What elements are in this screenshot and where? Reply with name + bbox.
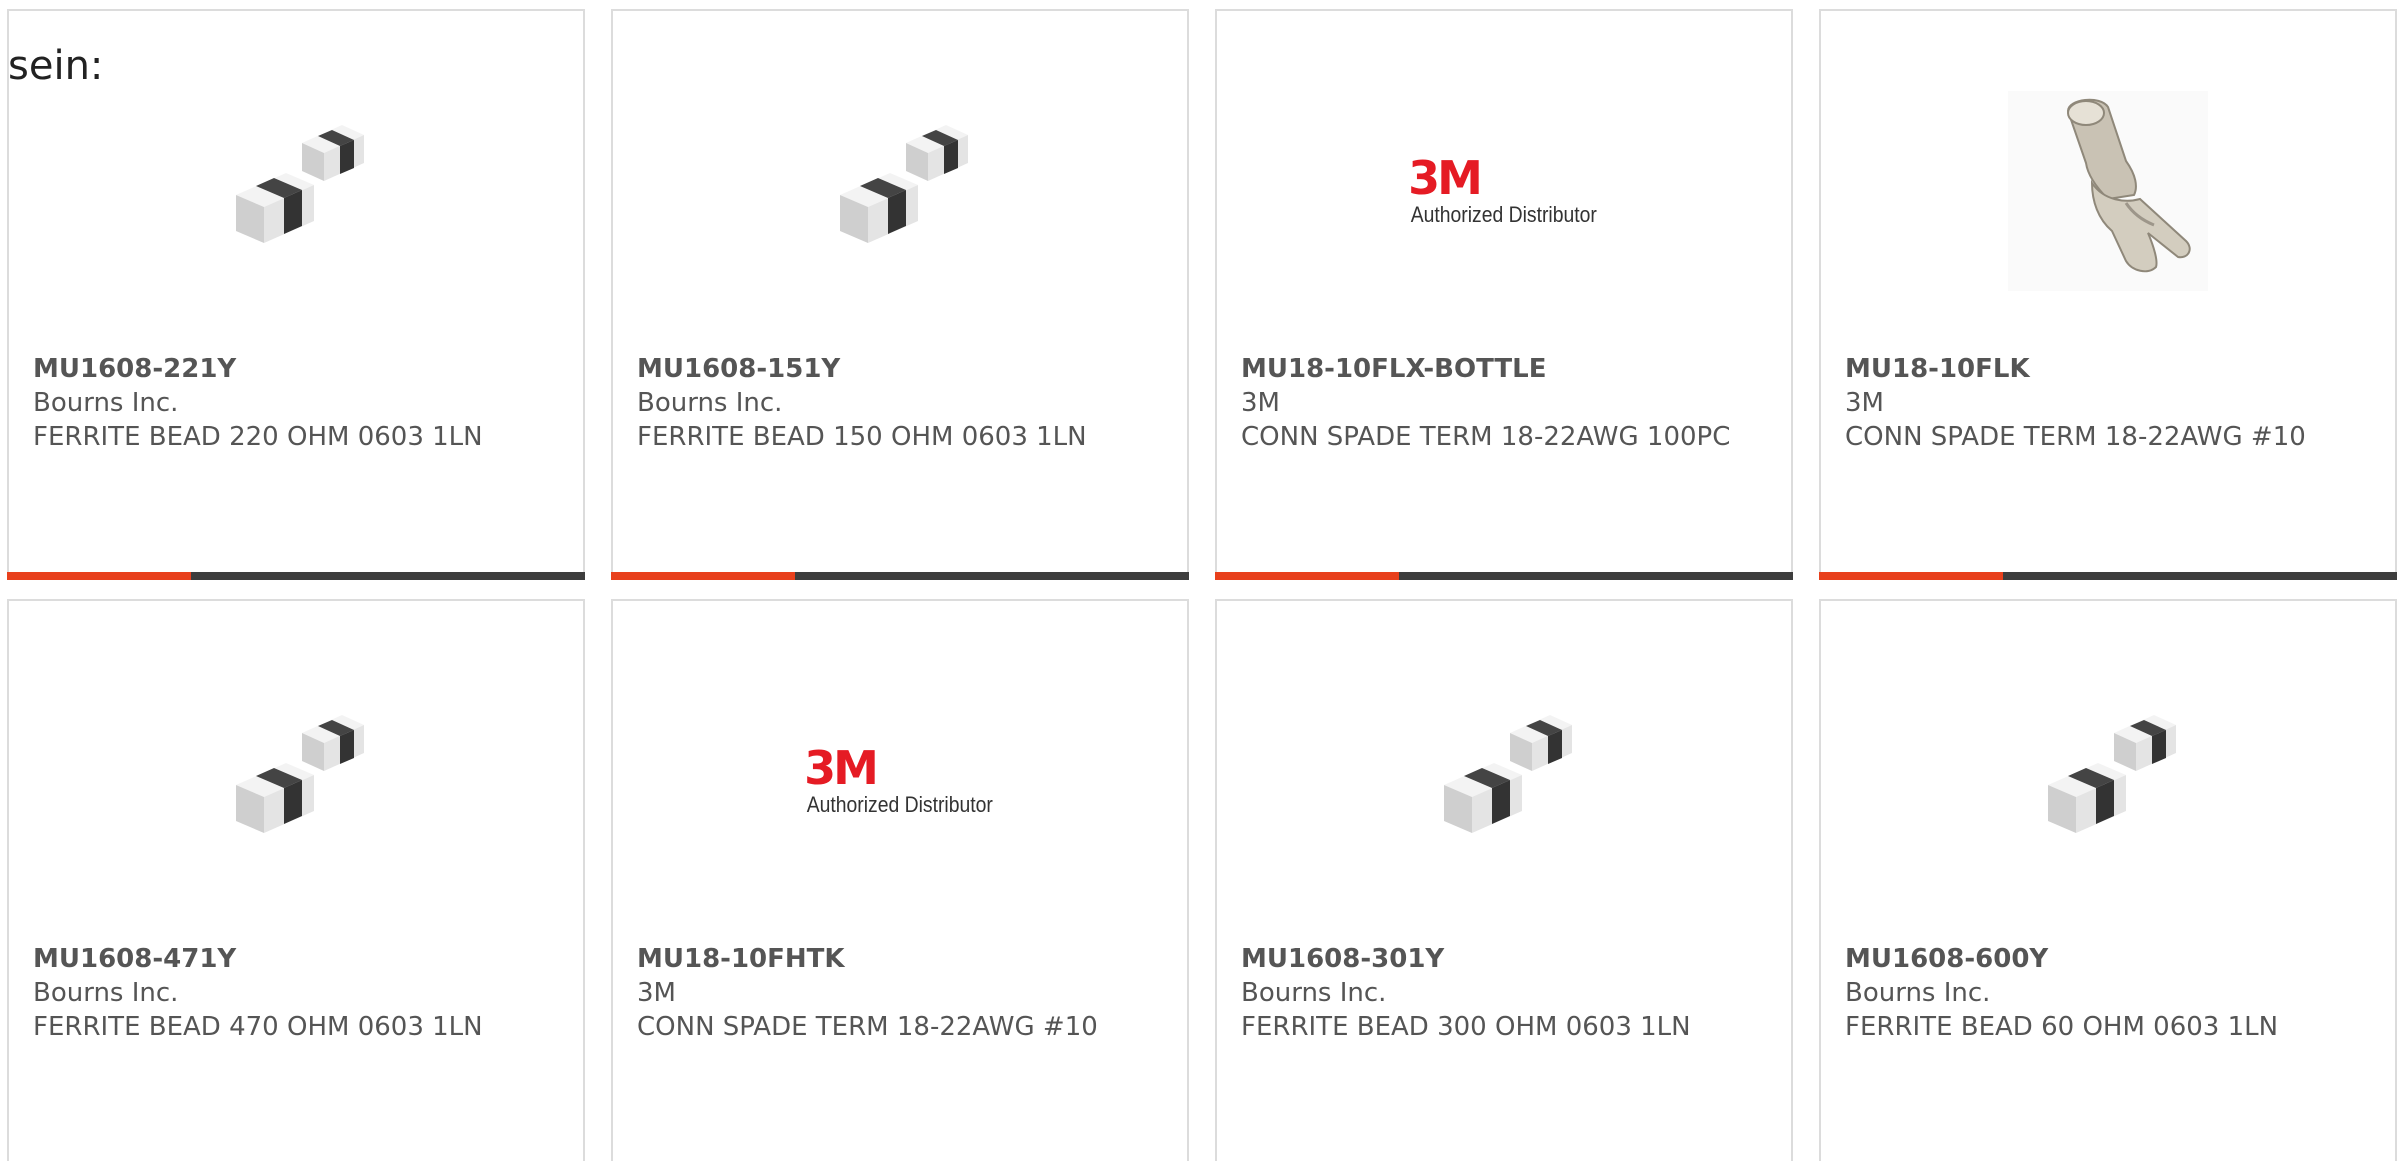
description: FERRITE BEAD 470 OHM 0603 1LN: [33, 1012, 483, 1042]
intro-text: sein:: [8, 43, 104, 89]
product-info: MU1608-471Y Bourns Inc. FERRITE BEAD 470…: [33, 942, 567, 1044]
description: FERRITE BEAD 300 OHM 0603 1LN: [1241, 1012, 1691, 1042]
card-accent-bar: [1819, 572, 2003, 580]
ferrite-bead-image[interactable]: [1821, 661, 2395, 901]
part-number-link[interactable]: MU18-10FLK: [1845, 352, 2379, 386]
manufacturer: Bourns Inc.: [33, 978, 179, 1008]
part-number-link[interactable]: MU1608-301Y: [1241, 942, 1775, 976]
part-number-link[interactable]: MU1608-221Y: [33, 352, 567, 386]
ferrite-bead-image[interactable]: [1217, 661, 1791, 901]
ferrite-bead-image[interactable]: [9, 71, 583, 311]
manufacturer: 3M: [1845, 388, 1884, 418]
product-card[interactable]: MU1608-600Y Bourns Inc. FERRITE BEAD 60 …: [1819, 599, 2397, 1161]
3m-logo-mark: 3M: [1408, 151, 1483, 205]
ferrite-bead-image[interactable]: [9, 661, 583, 901]
manufacturer: Bourns Inc.: [33, 388, 179, 418]
card-accent-bar: [1215, 572, 1399, 580]
3m-logo-mark: 3M: [804, 741, 879, 795]
manufacturer: 3M: [637, 978, 676, 1008]
product-card[interactable]: MU1608-471Y Bourns Inc. FERRITE BEAD 470…: [7, 599, 585, 1161]
description: CONN SPADE TERM 18-22AWG #10: [637, 1012, 1098, 1042]
product-card[interactable]: 3M Authorized Distributor MU18-10FLX-BOT…: [1215, 9, 1793, 580]
manufacturer: Bourns Inc.: [1845, 978, 1991, 1008]
card-footer-bar: [1819, 572, 2397, 580]
product-grid-page: sein: MU1608-221Y Bourns Inc. FERRITE BE…: [0, 0, 2400, 1161]
part-number-link[interactable]: MU18-10FHTK: [637, 942, 1171, 976]
manufacturer: 3M: [1241, 388, 1280, 418]
description: FERRITE BEAD 60 OHM 0603 1LN: [1845, 1012, 2279, 1042]
card-footer-bar: [7, 572, 585, 580]
3m-logo-tagline: Authorized Distributor: [806, 792, 994, 817]
part-number-link[interactable]: MU18-10FLX-BOTTLE: [1241, 352, 1775, 386]
description: CONN SPADE TERM 18-22AWG #10: [1845, 422, 2306, 452]
product-info: MU18-10FLX-BOTTLE 3M CONN SPADE TERM 18-…: [1241, 352, 1775, 454]
card-accent-bar: [611, 572, 795, 580]
card-accent-bar: [7, 572, 191, 580]
product-info: MU18-10FHTK 3M CONN SPADE TERM 18-22AWG …: [637, 942, 1171, 1044]
3m-logo-image[interactable]: 3M Authorized Distributor: [613, 661, 1187, 901]
ferrite-bead-image[interactable]: [613, 71, 1187, 311]
3m-logo-tagline: Authorized Distributor: [1410, 202, 1598, 227]
product-card[interactable]: MU1608-301Y Bourns Inc. FERRITE BEAD 300…: [1215, 599, 1793, 1161]
card-footer-bar: [1215, 572, 1793, 580]
part-number-link[interactable]: MU1608-600Y: [1845, 942, 2379, 976]
product-info: MU1608-221Y Bourns Inc. FERRITE BEAD 220…: [33, 352, 567, 454]
manufacturer: Bourns Inc.: [1241, 978, 1387, 1008]
product-info: MU18-10FLK 3M CONN SPADE TERM 18-22AWG #…: [1845, 352, 2379, 454]
product-card[interactable]: MU18-10FLK 3M CONN SPADE TERM 18-22AWG #…: [1819, 9, 2397, 580]
part-number-link[interactable]: MU1608-471Y: [33, 942, 567, 976]
card-footer-bar: [611, 572, 1189, 580]
product-info: MU1608-301Y Bourns Inc. FERRITE BEAD 300…: [1241, 942, 1775, 1044]
product-card[interactable]: 3M Authorized Distributor MU18-10FHTK 3M…: [611, 599, 1189, 1161]
spade-terminal-image[interactable]: [1821, 71, 2395, 311]
description: FERRITE BEAD 220 OHM 0603 1LN: [33, 422, 483, 452]
product-info: MU1608-151Y Bourns Inc. FERRITE BEAD 150…: [637, 352, 1171, 454]
product-info: MU1608-600Y Bourns Inc. FERRITE BEAD 60 …: [1845, 942, 2379, 1044]
description: CONN SPADE TERM 18-22AWG 100PC: [1241, 422, 1731, 452]
product-card[interactable]: MU1608-221Y Bourns Inc. FERRITE BEAD 220…: [7, 9, 585, 580]
manufacturer: Bourns Inc.: [637, 388, 783, 418]
3m-logo-image[interactable]: 3M Authorized Distributor: [1217, 71, 1791, 311]
description: FERRITE BEAD 150 OHM 0603 1LN: [637, 422, 1087, 452]
part-number-link[interactable]: MU1608-151Y: [637, 352, 1171, 386]
product-card[interactable]: MU1608-151Y Bourns Inc. FERRITE BEAD 150…: [611, 9, 1189, 580]
